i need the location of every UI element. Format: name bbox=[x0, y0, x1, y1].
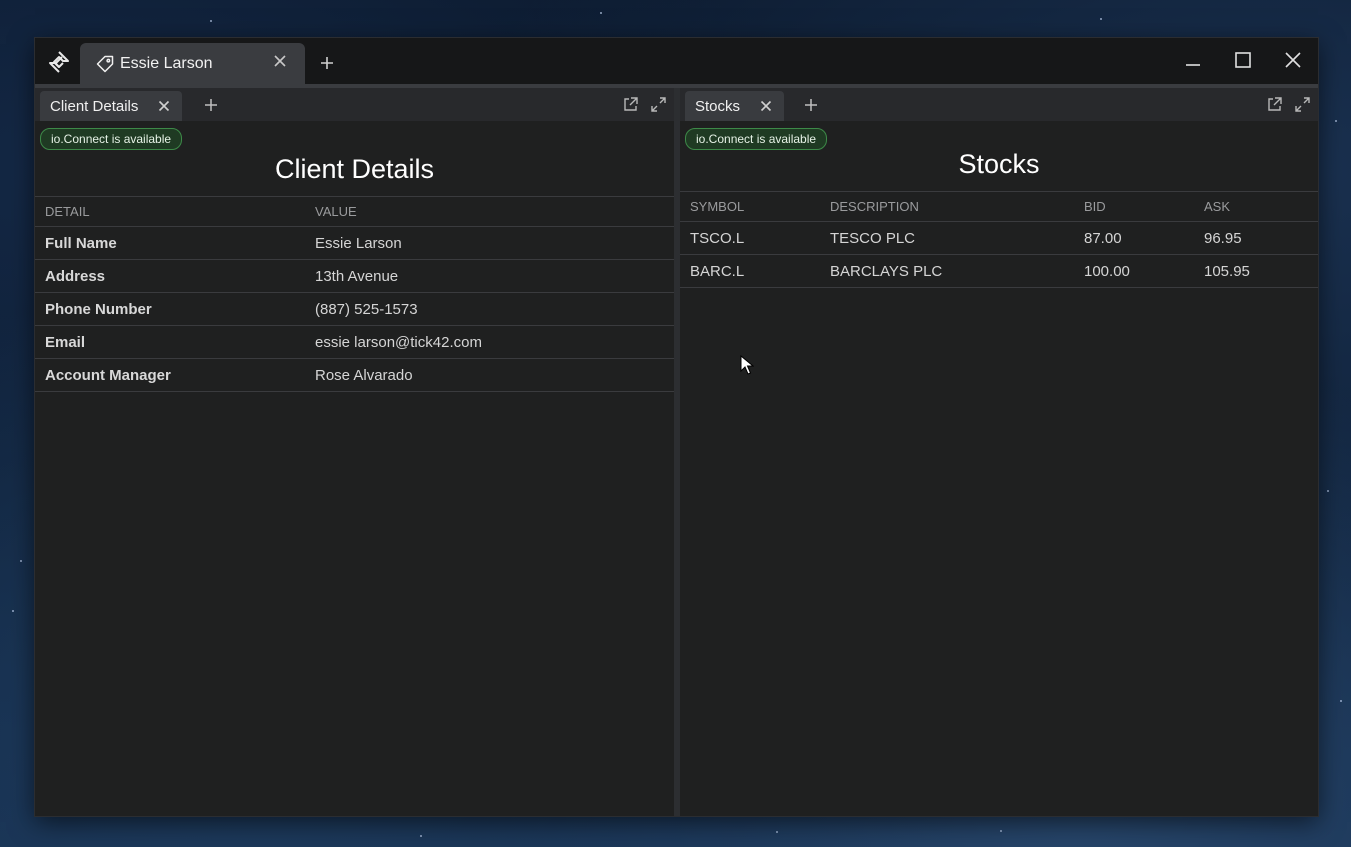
stocks-table: SYMBOL DESCRIPTION BID ASK TSCO.L TESCO … bbox=[680, 191, 1318, 288]
tab-client-details[interactable]: Client Details bbox=[40, 91, 183, 121]
table-header-row: DETAIL VALUE bbox=[35, 196, 674, 227]
stock-ask: 105.95 bbox=[1194, 254, 1318, 288]
tab-label: Stocks bbox=[695, 97, 741, 115]
stock-bid: 87.00 bbox=[1074, 221, 1194, 255]
pane-tab-bar: Stocks bbox=[680, 88, 1318, 121]
status-badge: io.Connect is available bbox=[685, 128, 828, 150]
stock-symbol: TSCO.L bbox=[680, 221, 820, 255]
expand-icon[interactable] bbox=[650, 96, 667, 113]
title-bar: Essie Larson bbox=[35, 38, 1318, 84]
column-header-detail: DETAIL bbox=[35, 196, 305, 227]
detail-label: Email bbox=[35, 325, 305, 359]
maximize-icon[interactable] bbox=[1233, 50, 1253, 70]
workspace-tab-label: Essie Larson bbox=[120, 54, 213, 72]
detail-value: Essie Larson bbox=[305, 226, 674, 260]
detail-value: essie larson@tick42.com bbox=[305, 325, 674, 359]
close-window-icon[interactable] bbox=[1283, 50, 1303, 70]
column-header-ask: ASK bbox=[1194, 191, 1318, 222]
table-row: Full Name Essie Larson bbox=[35, 226, 674, 260]
page-title: Client Details bbox=[274, 154, 435, 184]
stock-description: TESCO PLC bbox=[820, 221, 1074, 255]
stocks-pane: Stocks io.Connect is available Stocks SY… bbox=[680, 88, 1318, 816]
expand-icon[interactable] bbox=[1294, 96, 1311, 113]
tab-stocks[interactable]: Stocks bbox=[685, 91, 785, 121]
pane-tab-bar: Client Details bbox=[35, 88, 674, 121]
tab-label: Client Details bbox=[50, 97, 139, 115]
detail-label: Account Manager bbox=[35, 358, 305, 392]
tag-icon bbox=[96, 55, 114, 72]
pop-out-icon[interactable] bbox=[622, 96, 639, 113]
plus-icon[interactable] bbox=[204, 98, 218, 112]
table-row[interactable]: BARC.L BARCLAYS PLC 100.00 105.95 bbox=[680, 254, 1318, 288]
app-logo-icon bbox=[49, 51, 69, 73]
workspace-tab[interactable]: Essie Larson bbox=[80, 43, 305, 84]
close-icon[interactable] bbox=[158, 100, 170, 112]
detail-label: Address bbox=[35, 259, 305, 293]
stock-description: BARCLAYS PLC bbox=[820, 254, 1074, 288]
status-badge: io.Connect is available bbox=[40, 128, 183, 150]
table-row[interactable]: TSCO.L TESCO PLC 87.00 96.95 bbox=[680, 221, 1318, 255]
pop-out-icon[interactable] bbox=[1266, 96, 1283, 113]
stock-bid: 100.00 bbox=[1074, 254, 1194, 288]
table-row: Account Manager Rose Alvarado bbox=[35, 358, 674, 392]
page-title: Stocks bbox=[958, 149, 1040, 179]
column-header-description: DESCRIPTION bbox=[820, 191, 1074, 222]
detail-value: Rose Alvarado bbox=[305, 358, 674, 392]
plus-icon[interactable] bbox=[804, 98, 818, 112]
table-row: Email essie larson@tick42.com bbox=[35, 325, 674, 359]
plus-icon[interactable] bbox=[319, 55, 335, 71]
detail-label: Phone Number bbox=[35, 292, 305, 326]
close-icon[interactable] bbox=[273, 54, 287, 68]
stock-ask: 96.95 bbox=[1194, 221, 1318, 255]
client-details-pane: Client Details io.Connect is available C… bbox=[35, 88, 674, 816]
minimize-icon[interactable] bbox=[1183, 50, 1203, 70]
column-header-bid: BID bbox=[1074, 191, 1194, 222]
stock-symbol: BARC.L bbox=[680, 254, 820, 288]
column-header-value: VALUE bbox=[305, 196, 674, 227]
column-header-symbol: SYMBOL bbox=[680, 191, 820, 222]
table-row: Phone Number (887) 525-1573 bbox=[35, 292, 674, 326]
table-row: Address 13th Avenue bbox=[35, 259, 674, 293]
table-header-row: SYMBOL DESCRIPTION BID ASK bbox=[680, 191, 1318, 222]
app-window: Essie Larson Client Details io.Connect i… bbox=[35, 38, 1318, 816]
detail-value: (887) 525-1573 bbox=[305, 292, 674, 326]
detail-value: 13th Avenue bbox=[305, 259, 674, 293]
detail-label: Full Name bbox=[35, 226, 305, 260]
mouse-cursor-icon bbox=[740, 355, 754, 375]
client-details-table: DETAIL VALUE Full Name Essie Larson Addr… bbox=[35, 196, 674, 392]
close-icon[interactable] bbox=[760, 100, 772, 112]
